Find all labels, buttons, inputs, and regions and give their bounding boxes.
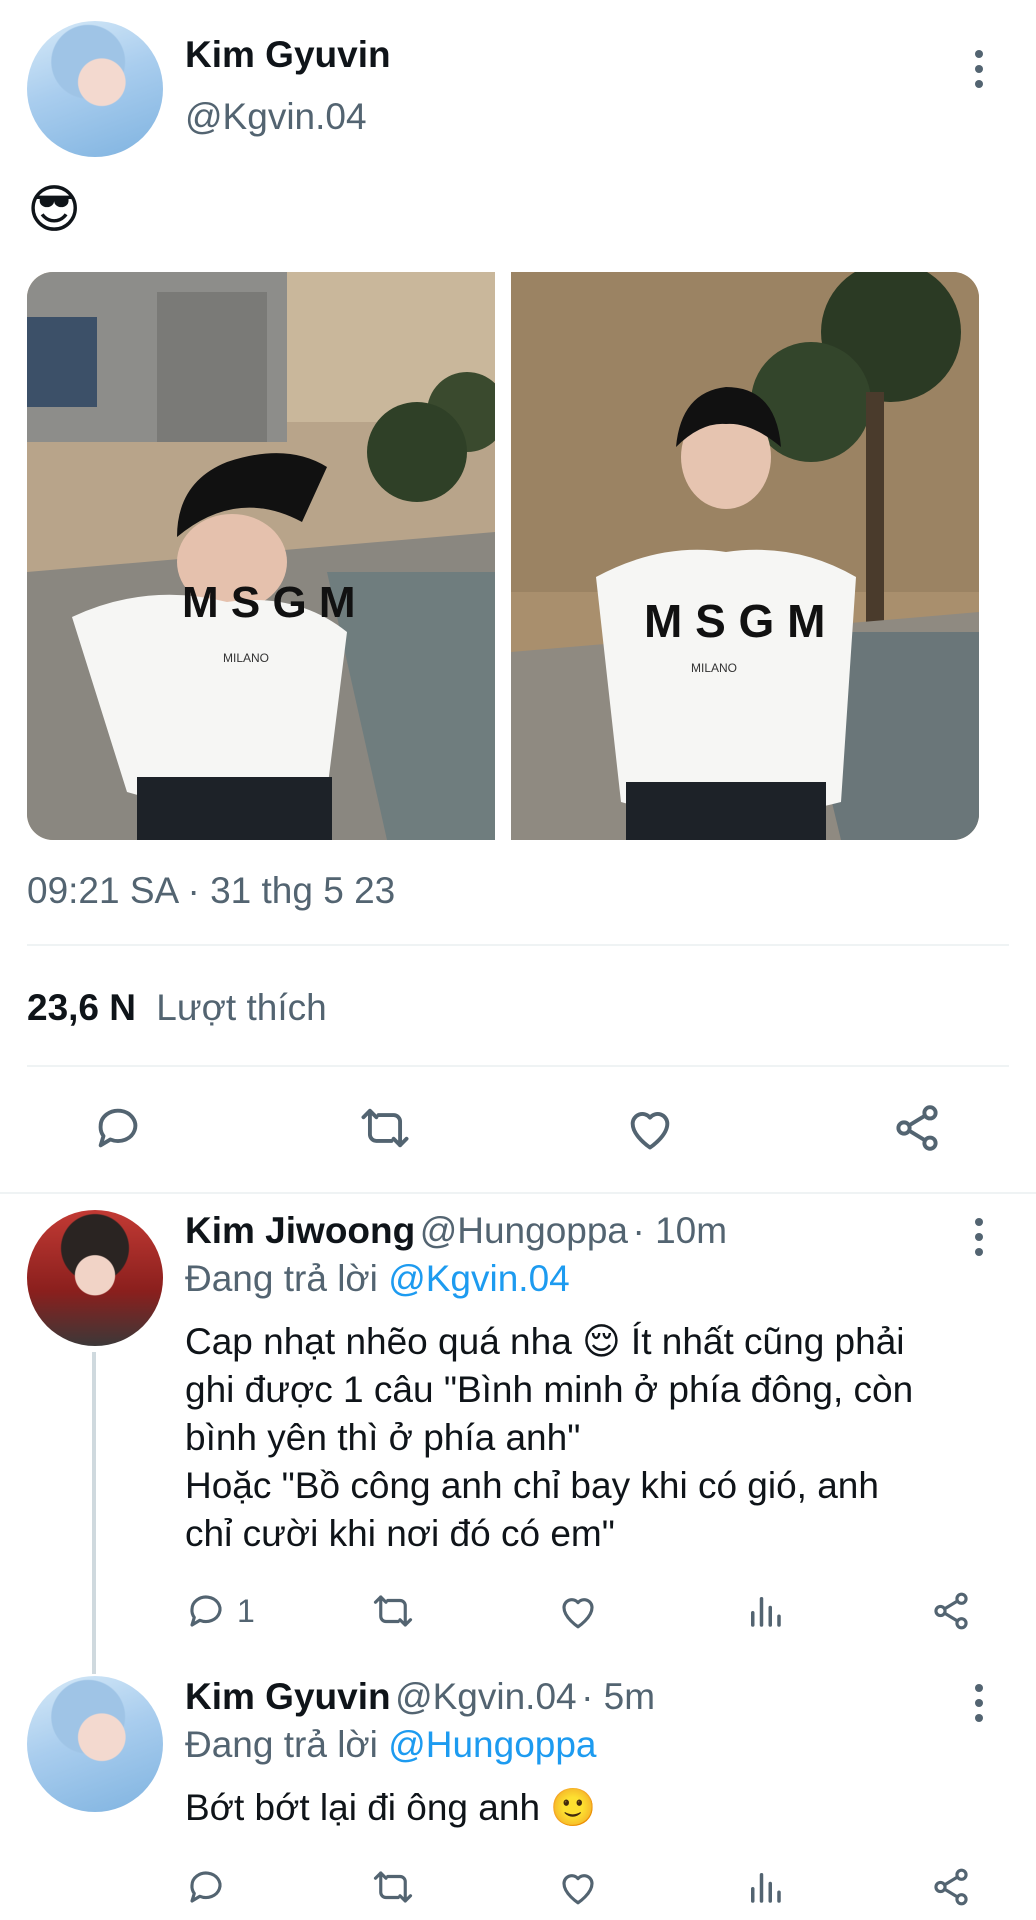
reply-time: · 5m [581, 1676, 656, 1717]
reply-author-handle[interactable]: @Kgvin.04 [395, 1676, 577, 1717]
reply-header: Kim Gyuvin @Kgvin.04 · 5m [185, 1676, 655, 1718]
reply-icon[interactable] [92, 1102, 144, 1154]
more-options-icon[interactable] [971, 1218, 987, 1263]
thread-line [92, 1352, 96, 1674]
share-icon[interactable] [930, 1590, 972, 1632]
reply-text-line: chỉ cười khi nơi đó có em" [185, 1513, 615, 1554]
reply-time: · 10m [632, 1210, 728, 1251]
author-handle[interactable]: @Kgvin.04 [185, 96, 367, 138]
share-icon[interactable] [891, 1102, 943, 1154]
reply-text: Cap nhạt nhẽo quá nha 😌 Ít nhất cũng phả… [185, 1318, 1005, 1558]
share-icon[interactable] [930, 1866, 972, 1908]
svg-text:M S G M: M S G M [644, 595, 825, 647]
tweet-photo[interactable]: M S G M MILANO [27, 272, 495, 840]
reply-text-line: Cap nhạt nhẽo quá nha 😌 Ít nhất cũng phả… [185, 1321, 905, 1362]
replying-to: Đang trả lời @Kgvin.04 [185, 1258, 570, 1300]
retweet-icon[interactable] [357, 1102, 413, 1154]
like-icon[interactable] [624, 1102, 676, 1154]
reply-author-avatar[interactable] [27, 1676, 163, 1812]
author-avatar[interactable] [27, 21, 163, 157]
tweet-photo[interactable]: M S G M MILANO [511, 272, 979, 840]
replying-to-link[interactable]: @Kgvin.04 [388, 1258, 570, 1299]
shirt-sublogo: MILANO [223, 651, 269, 665]
tweet-text: 😎 [27, 181, 82, 239]
like-icon[interactable] [557, 1866, 599, 1908]
tweet-timestamp: 09:21 SA · 31 thg 5 23 [27, 870, 396, 911]
analytics-icon[interactable] [744, 1866, 786, 1908]
reply-author-handle[interactable]: @Hungoppa [420, 1210, 628, 1251]
divider [27, 944, 1009, 946]
more-options-icon[interactable] [971, 1684, 987, 1729]
likes-count: 23,6 N [27, 987, 137, 1028]
likes-label: Lượt thích [156, 987, 327, 1028]
retweet-icon[interactable] [370, 1590, 416, 1632]
reply-icon[interactable]: 1 [185, 1590, 255, 1632]
replying-to-label: Đang trả lời [185, 1258, 378, 1299]
reply-icon[interactable] [185, 1866, 227, 1908]
reply-author-name[interactable]: Kim Gyuvin [185, 1676, 391, 1717]
more-options-icon[interactable] [971, 50, 987, 95]
analytics-icon[interactable] [744, 1590, 786, 1632]
likes-stat[interactable]: 23,6 N Lượt thích [27, 987, 327, 1029]
replying-to-link[interactable]: @Hungoppa [388, 1724, 596, 1765]
reply-text-line: Hoặc "Bồ công anh chỉ bay khi có gió, an… [185, 1465, 879, 1506]
retweet-icon[interactable] [370, 1866, 416, 1908]
replying-to-label: Đang trả lời [185, 1724, 378, 1765]
author-name[interactable]: Kim Gyuvin [185, 34, 391, 76]
reply-text-line: ghi được 1 câu "Bình minh ở phía đông, c… [185, 1369, 914, 1410]
svg-text:MILANO: MILANO [691, 661, 737, 675]
like-icon[interactable] [557, 1590, 599, 1632]
reply-count: 1 [237, 1592, 255, 1629]
reply-header: Kim Jiwoong @Hungoppa · 10m [185, 1210, 727, 1252]
replying-to: Đang trả lời @Hungoppa [185, 1724, 597, 1766]
divider [27, 1065, 1009, 1067]
reply-text-line: bình yên thì ở phía anh" [185, 1417, 581, 1458]
reply-author-name[interactable]: Kim Jiwoong [185, 1210, 415, 1251]
section-divider [0, 1192, 1036, 1194]
reply-author-avatar[interactable] [27, 1210, 163, 1346]
reply-text: Bớt bớt lại đi ông anh 🙂 [185, 1787, 597, 1828]
shirt-logo: M S G M [182, 578, 356, 627]
